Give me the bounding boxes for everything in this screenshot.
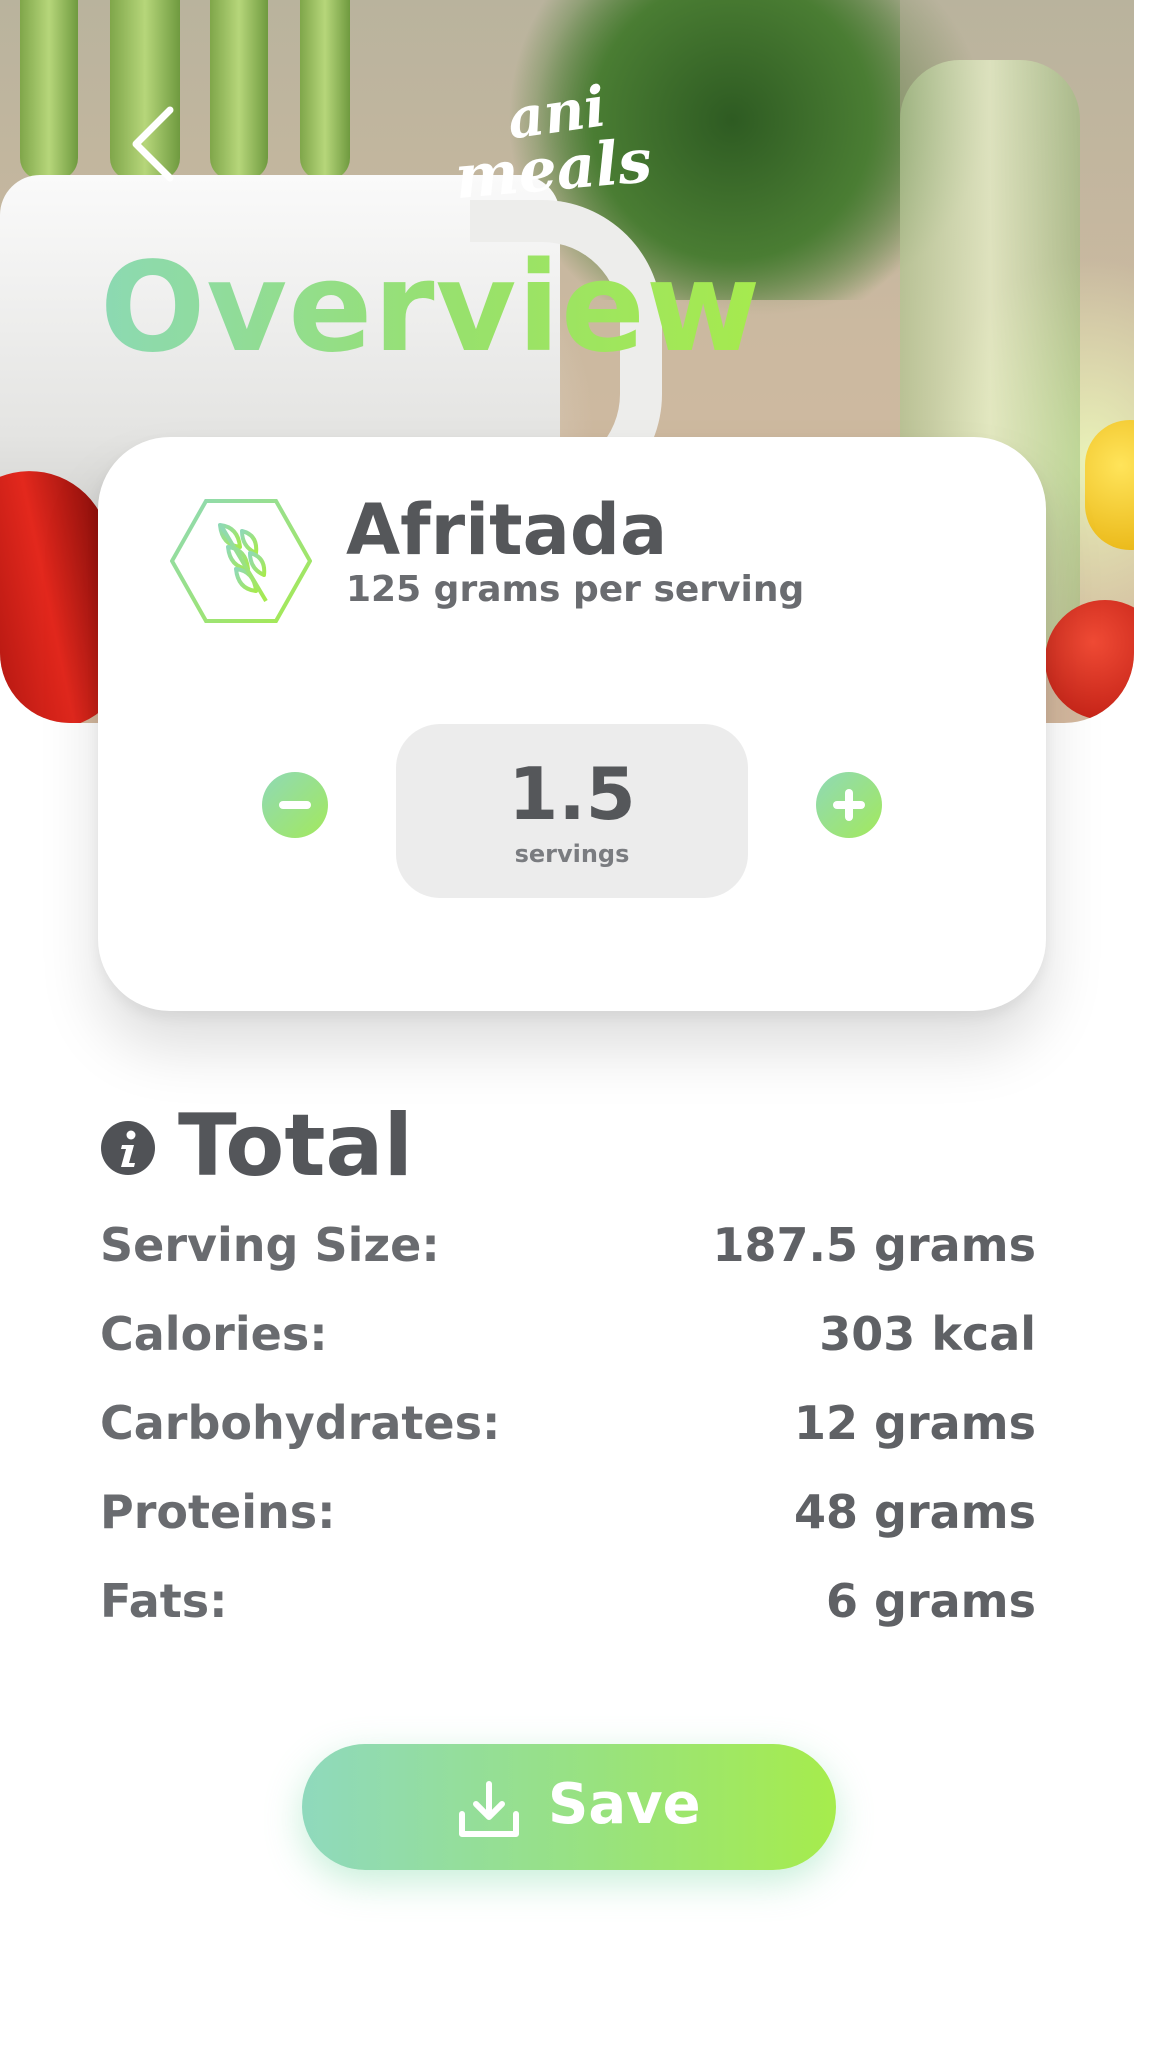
svg-text:meals: meals [452,126,654,202]
nutrition-label: Fats: [100,1574,228,1628]
hero-celery-stalk [210,0,268,180]
nutrition-label: Serving Size: [100,1218,440,1272]
nutrition-label: Calories: [100,1307,328,1361]
nutrition-row: Proteins: 48 grams [100,1485,1036,1545]
nutrition-value: 48 grams [794,1485,1036,1539]
wheat-hexagon-icon [170,499,312,623]
animeals-logo: ani meals [452,82,654,202]
servings-value: 1.5 [508,752,636,836]
chevron-left-icon [132,106,174,182]
hero-celery-stalk [20,0,78,180]
page-title: Overview [100,236,762,380]
nutrition-row: Calories: 303 kcal [100,1307,1036,1367]
food-card: Afritada 125 grams per serving 1.5 servi… [98,437,1046,1011]
download-icon [459,1781,519,1837]
nutrition-value: 187.5 grams [712,1218,1036,1272]
servings-display: 1.5 servings [396,724,748,898]
servings-label: servings [514,840,630,868]
nutrition-value: 6 grams [826,1574,1036,1628]
plus-icon-vertical [845,789,853,821]
nutrition-value: 12 grams [794,1396,1036,1450]
nutrition-label: Carbohydrates: [100,1396,501,1450]
nutrition-row: Fats: 6 grams [100,1574,1036,1634]
hero-celery-stalk [300,0,350,180]
hero-lemon [1085,420,1134,550]
nutrition-row: Serving Size: 187.5 grams [100,1218,1036,1278]
nutrition-label: Proteins: [100,1485,336,1539]
save-button-label: Save [548,1772,701,1837]
total-title: Total [178,1096,413,1196]
food-name: Afritada [346,489,668,571]
decrease-servings-button[interactable] [262,772,328,838]
nutrition-row: Carbohydrates: 12 grams [100,1396,1036,1456]
nutrition-value: 303 kcal [819,1307,1036,1361]
food-serving-info: 125 grams per serving [346,569,805,610]
increase-servings-button[interactable] [816,772,882,838]
minus-icon [279,801,311,809]
info-icon[interactable] [100,1120,156,1176]
back-button[interactable] [128,104,180,184]
save-button[interactable]: Save [302,1744,836,1870]
